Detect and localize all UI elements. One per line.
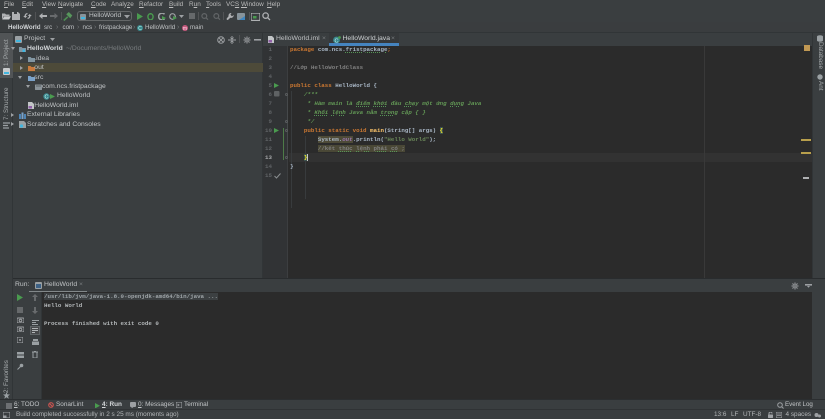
svg-text:C: C [44,94,48,99]
svg-text:C: C [138,26,142,31]
svg-text:m: m [183,26,187,31]
